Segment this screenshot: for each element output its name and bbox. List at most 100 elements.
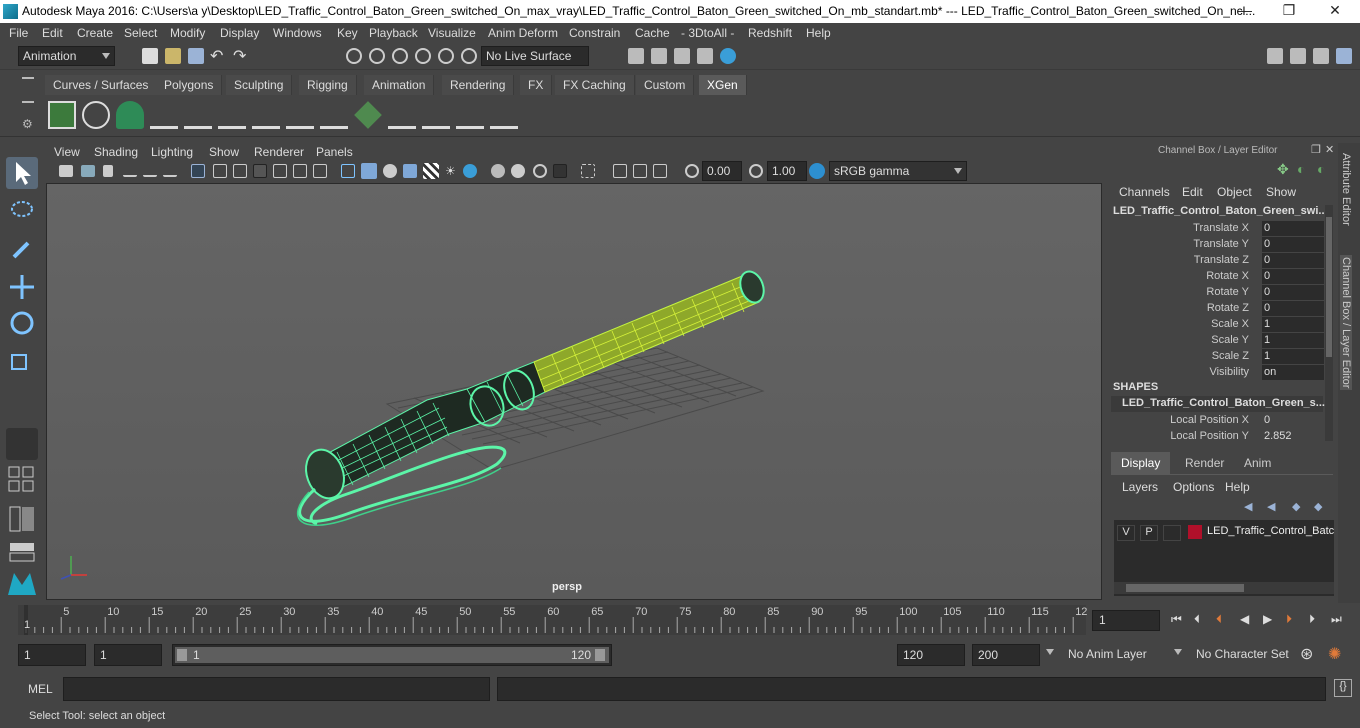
step-forward-frame-icon[interactable]: ⏵ (1286, 612, 1302, 628)
tab-xgen[interactable]: XGen (699, 75, 747, 95)
channel-value-field[interactable]: 0 (1262, 253, 1324, 268)
xgen-length-icon[interactable] (456, 101, 484, 129)
xgen-lock-icon[interactable] (286, 101, 314, 129)
channel-label[interactable]: Visibility (1209, 366, 1249, 378)
new-layer-icon[interactable]: ◆ (1292, 500, 1300, 513)
channel-value-field[interactable]: 1 (1262, 317, 1324, 332)
cb-menu-show[interactable]: Show (1266, 185, 1296, 199)
scrollbar-thumb[interactable] (1326, 217, 1332, 357)
cb-menu-object[interactable]: Object (1217, 185, 1252, 199)
command-language-label[interactable]: MEL (28, 682, 53, 696)
menu-cache[interactable]: Cache (635, 26, 670, 40)
channel-value-field[interactable]: 0 (1262, 285, 1324, 300)
image-plane-icon[interactable] (143, 165, 157, 177)
animation-preferences-icon[interactable]: ✺ (1328, 644, 1341, 664)
shape-channel-row[interactable]: Local Position Y 2.852 (1107, 429, 1327, 445)
tab-display[interactable]: Display (1111, 452, 1171, 474)
channel-value-field[interactable]: 1 (1262, 349, 1324, 364)
rotate-tool-icon[interactable] (6, 307, 38, 339)
auto-key-icon[interactable]: ⊛ (1300, 644, 1313, 664)
vp-menu-renderer[interactable]: Renderer (254, 145, 304, 159)
layers-menu-options[interactable]: Options (1173, 480, 1214, 494)
channel-row[interactable]: Rotate Z 0 (1107, 301, 1327, 317)
snap-view-icon[interactable] (415, 48, 431, 64)
undo-icon[interactable]: ↶ (210, 46, 223, 66)
minimize-button[interactable]: — (1222, 2, 1268, 22)
four-view-layout-icon[interactable] (6, 465, 38, 495)
channel-box-toggle-icon[interactable] (1336, 48, 1352, 64)
channel-label[interactable]: Rotate Z (1207, 302, 1249, 314)
command-input[interactable] (63, 677, 490, 701)
tab-attribute-editor[interactable]: Attribute Editor (1340, 153, 1352, 226)
xgen-delete-icon[interactable] (490, 101, 518, 129)
paint-select-tool-icon[interactable] (6, 233, 38, 265)
modeling-toolkit-icon[interactable] (1267, 48, 1283, 64)
menu-edit[interactable]: Edit (42, 26, 63, 40)
tab-rendering[interactable]: Rendering (442, 75, 515, 95)
close-button[interactable]: ✕ (1312, 2, 1358, 22)
safe-action-icon[interactable] (293, 164, 307, 178)
channel-label[interactable]: Local Position X (1170, 414, 1249, 426)
channel-label[interactable]: Scale Z (1212, 350, 1249, 362)
shape-icon[interactable]: ◐ (1317, 161, 1325, 177)
channel-label[interactable]: Scale X (1211, 318, 1249, 330)
tab-render[interactable]: Render (1175, 452, 1234, 474)
xform-icon[interactable]: ✥ (1277, 161, 1289, 178)
range-slider-track[interactable] (175, 647, 609, 663)
render-view-icon[interactable] (651, 48, 667, 64)
textured-icon[interactable] (423, 163, 439, 179)
new-scene-icon[interactable] (142, 48, 158, 64)
screen-space-ao-icon[interactable] (491, 164, 505, 178)
scale-tool-icon[interactable] (6, 343, 38, 375)
shape-channel-row[interactable]: Local Position X 0 (1107, 413, 1327, 429)
step-back-key-icon[interactable]: ⏴ (1194, 612, 1210, 628)
layer-color-swatch[interactable] (1188, 525, 1202, 539)
shadows-icon[interactable] (463, 164, 477, 178)
wireframe-on-shaded-icon[interactable] (403, 164, 417, 178)
resolution-gate-icon[interactable] (233, 164, 247, 178)
gamma-icon[interactable] (749, 164, 763, 178)
live-surface-field[interactable]: No Live Surface (481, 46, 589, 66)
menu-file[interactable]: File (9, 26, 28, 40)
cb-menu-channels[interactable]: Channels (1119, 185, 1170, 199)
smooth-shade-icon[interactable] (361, 163, 377, 179)
channel-box-scrollbar[interactable] (1325, 205, 1333, 441)
go-to-end-icon[interactable]: ⏭ (1331, 612, 1347, 628)
isolate-select-icon[interactable] (581, 164, 595, 178)
tab-rigging[interactable]: Rigging (299, 75, 357, 95)
maya-home-icon[interactable] (6, 567, 38, 599)
default-material-icon[interactable] (383, 164, 397, 178)
move-layer-down-icon[interactable]: ◀ (1267, 500, 1275, 513)
bookmark-icon[interactable] (103, 165, 113, 177)
character-set-dropdown[interactable]: No Character Set (1191, 644, 1295, 666)
channel-value-field[interactable]: on (1262, 365, 1324, 380)
xray-icon[interactable] (613, 164, 627, 178)
play-backwards-icon[interactable]: ◀ (1240, 612, 1256, 628)
xgen-grass-icon[interactable] (422, 101, 450, 129)
channel-label[interactable]: Translate X (1193, 222, 1249, 234)
menu-create[interactable]: Create (77, 26, 113, 40)
anim-layer-dropdown[interactable]: No Anim Layer (1063, 644, 1163, 666)
tab-fx-caching[interactable]: FX Caching (555, 75, 635, 95)
xgen-visibility-icon[interactable] (252, 101, 280, 129)
script-editor-icon[interactable]: {} (1334, 679, 1352, 697)
close-panel-icon[interactable]: ✕ (1325, 143, 1334, 156)
use-lights-icon[interactable]: ☀ (445, 164, 459, 178)
channel-value-field[interactable]: 0 (1262, 269, 1324, 284)
snap-grid-icon[interactable] (346, 48, 362, 64)
range-end-handle[interactable] (595, 649, 605, 661)
shelf-menu-icon[interactable] (22, 77, 34, 79)
snap-surface-icon[interactable] (438, 48, 454, 64)
vp-menu-shading[interactable]: Shading (94, 145, 138, 159)
layer-visibility-toggle[interactable]: V (1117, 525, 1135, 541)
exposure-field[interactable]: 0.00 (702, 161, 742, 181)
channel-row[interactable]: Scale Z 1 (1107, 349, 1327, 365)
animation-end-field[interactable]: 200 (972, 644, 1040, 666)
tool-settings-icon[interactable] (1313, 48, 1329, 64)
vp-menu-lighting[interactable]: Lighting (151, 145, 193, 159)
channel-value-field[interactable]: 0 (1262, 237, 1324, 252)
step-forward-key-icon[interactable]: ⏵ (1309, 612, 1325, 628)
gate-mask-icon[interactable] (253, 164, 267, 178)
step-back-frame-icon[interactable]: ⏴ (1216, 612, 1232, 628)
layers-menu-help[interactable]: Help (1225, 480, 1250, 494)
